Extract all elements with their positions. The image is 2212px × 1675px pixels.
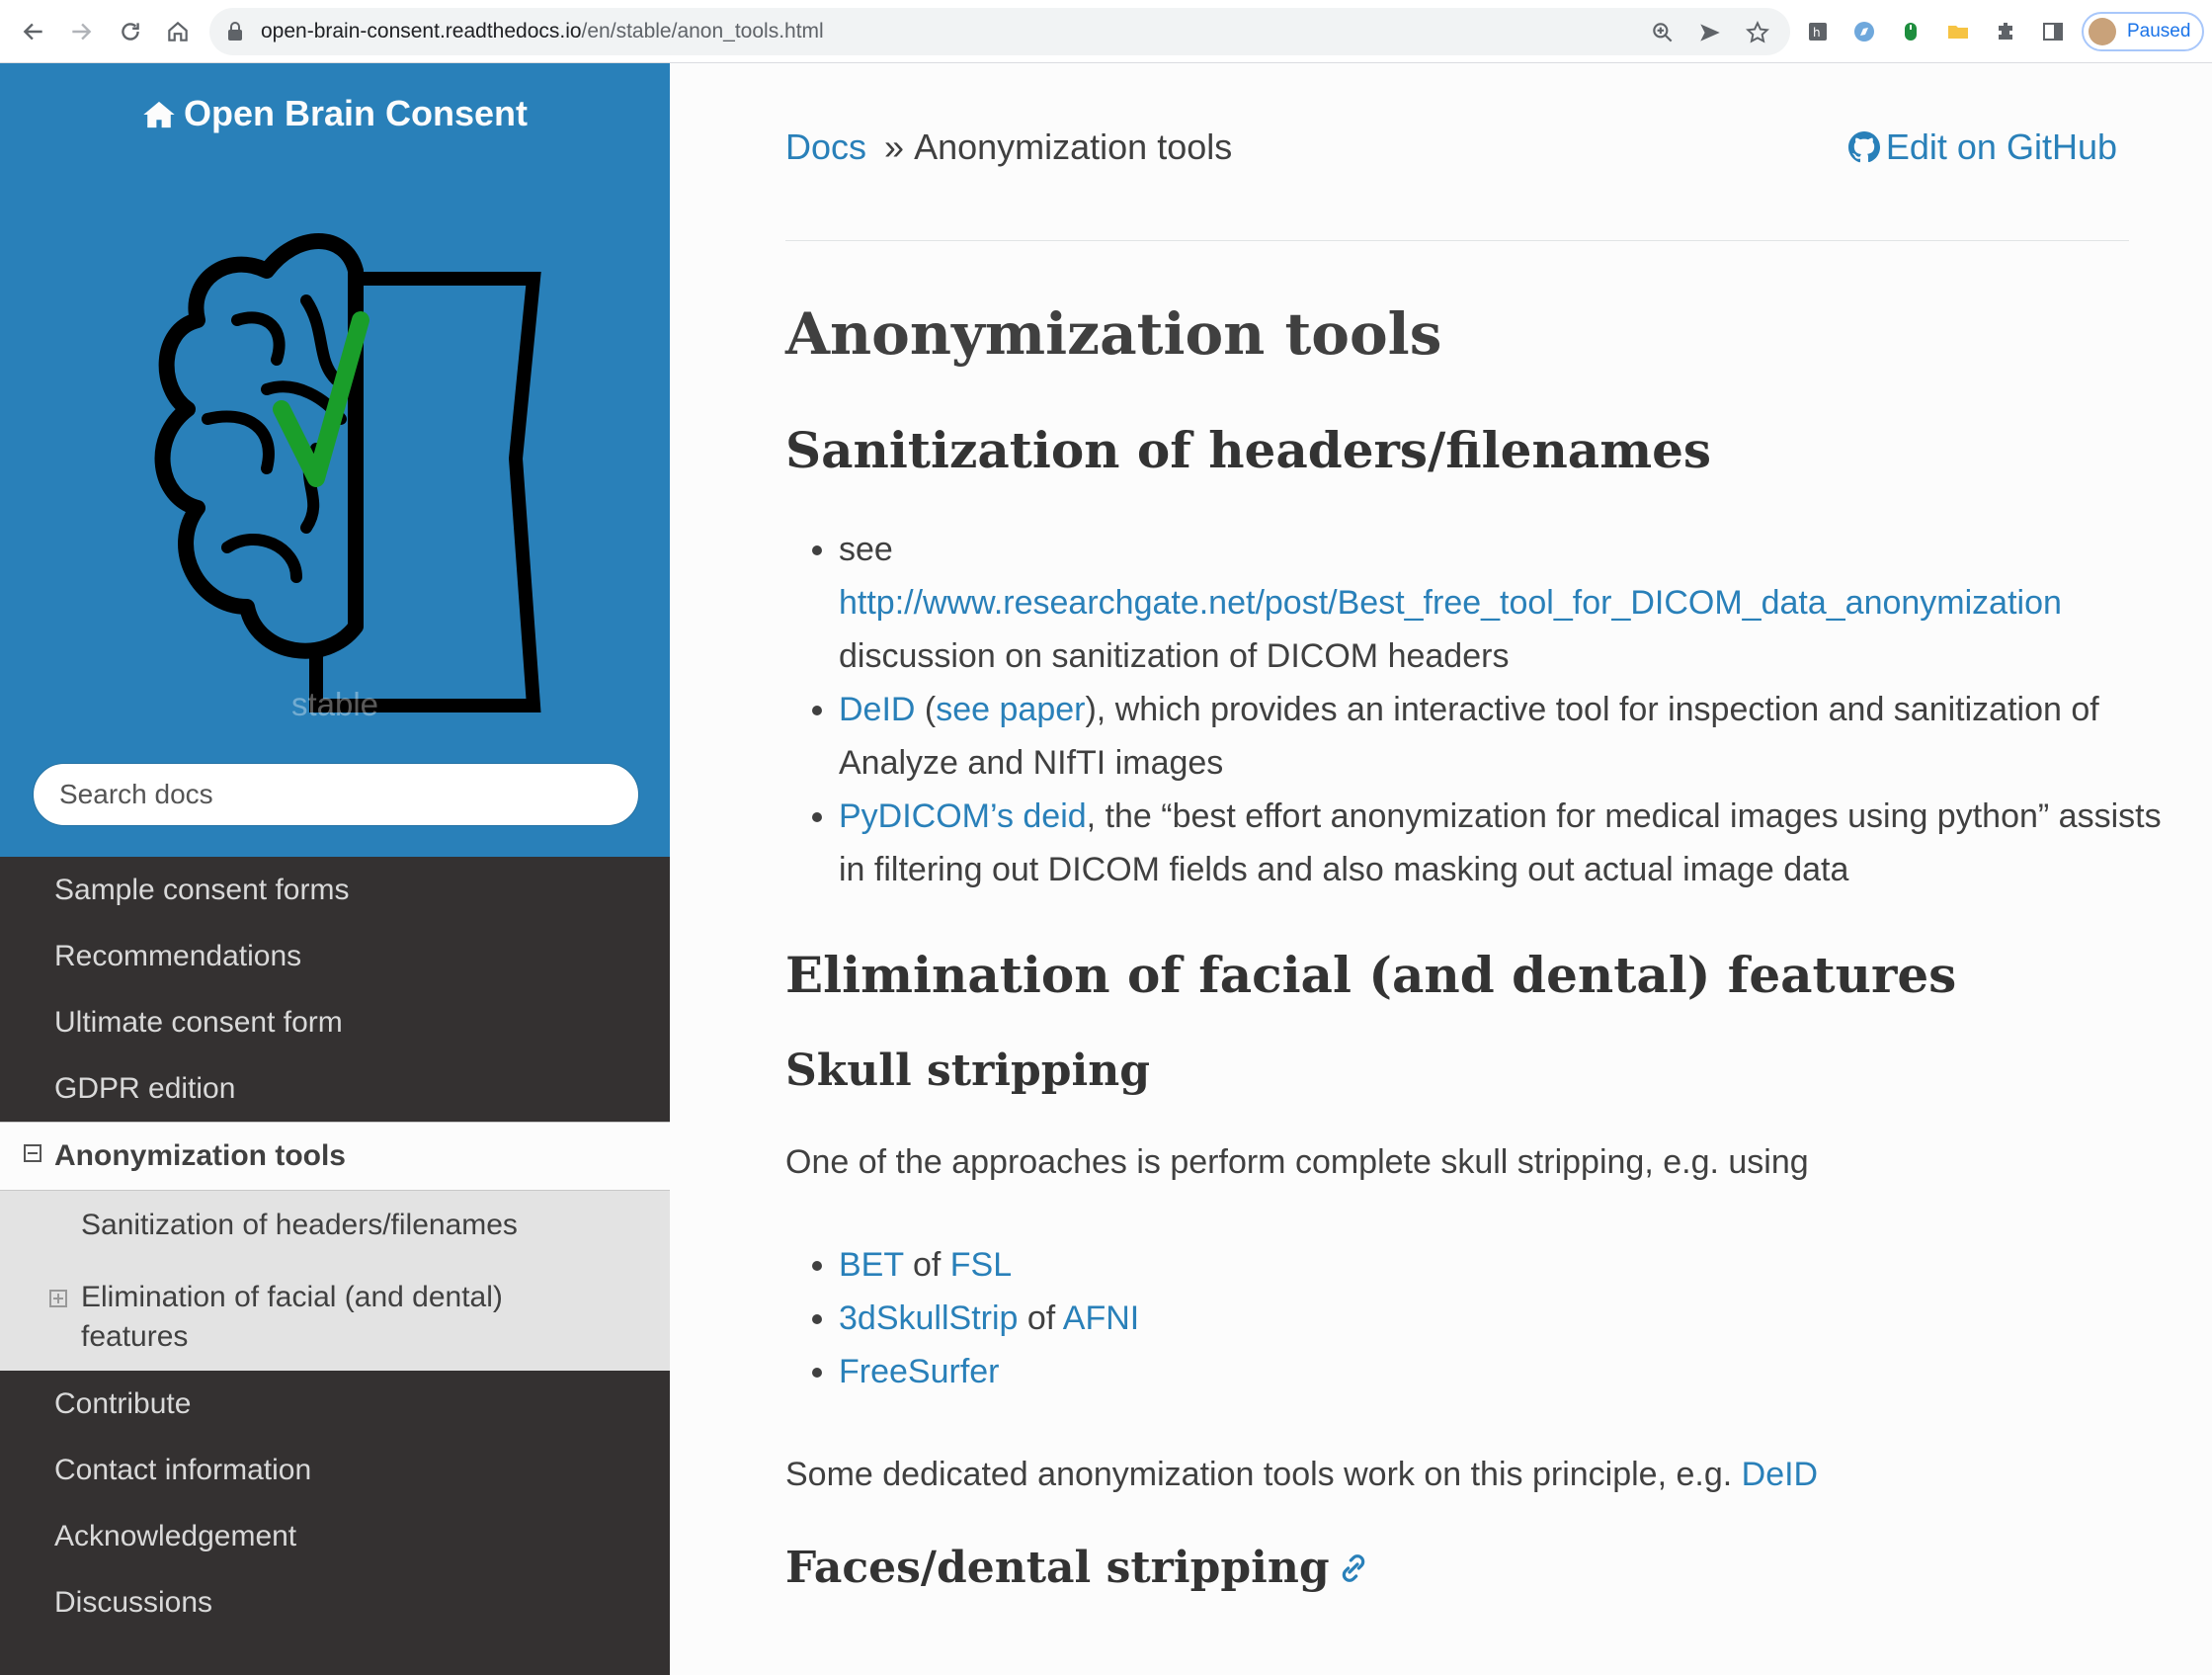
version-label: stable bbox=[290, 686, 379, 722]
home-button[interactable] bbox=[160, 14, 196, 49]
breadcrumb-current: Anonymization tools bbox=[914, 126, 1233, 167]
list-item: PyDICOM’s deid, the “best effort anonymi… bbox=[839, 790, 2169, 896]
home-icon bbox=[143, 101, 175, 128]
forward-button[interactable] bbox=[63, 14, 99, 49]
reload-button[interactable] bbox=[113, 14, 148, 49]
section-heading-sanitization: Sanitization of headers/filenames bbox=[785, 421, 1712, 479]
sidebar: Open Brain Consent stable Sample cons bbox=[0, 63, 670, 1675]
breadcrumb-docs-link[interactable]: Docs bbox=[785, 126, 866, 167]
paragraph: Some dedicated anonymization tools work … bbox=[785, 1448, 2169, 1501]
list-item: FreeSurfer bbox=[839, 1345, 2169, 1398]
profile-button[interactable]: Paused bbox=[2082, 12, 2204, 51]
see-paper-link[interactable]: see paper bbox=[936, 691, 1085, 728]
breadcrumb: Docs » Anonymization tools bbox=[785, 126, 1232, 168]
project-home-link[interactable]: Open Brain Consent bbox=[0, 93, 670, 134]
sidebar-item-contribute[interactable]: Contribute bbox=[0, 1371, 670, 1437]
github-icon bbox=[1847, 131, 1880, 163]
sidebar-item-contact-information[interactable]: Contact information bbox=[0, 1437, 670, 1503]
extension-h-icon[interactable]: h bbox=[1804, 18, 1832, 45]
nav-menu: Sample consent forms Recommendations Ult… bbox=[0, 857, 670, 1635]
3dskullstrip-link[interactable]: 3dSkullStrip bbox=[839, 1299, 1018, 1337]
edit-on-github-link[interactable]: Edit on GitHub bbox=[1847, 126, 2117, 168]
sidebar-item-gdpr-edition[interactable]: GDPR edition bbox=[0, 1055, 670, 1122]
list-text: of bbox=[1018, 1299, 1063, 1337]
main-content: Docs» Anonymization tools Edit on GitHub … bbox=[670, 63, 2212, 1675]
list-text: ( bbox=[915, 691, 937, 728]
breadcrumb-separator: » bbox=[884, 126, 905, 167]
afni-link[interactable]: AFNI bbox=[1063, 1299, 1139, 1337]
list-item: BET of FSL bbox=[839, 1238, 2169, 1292]
arrow-left-icon bbox=[23, 23, 42, 41]
edit-on-github-label: Edit on GitHub bbox=[1885, 126, 2117, 167]
reload-icon bbox=[122, 23, 139, 41]
address-bar[interactable]: open-brain-consent.readthedocs.io/en/sta… bbox=[209, 8, 1790, 55]
sanitization-list: see http://www.researchgate.net/post/Bes… bbox=[785, 523, 2169, 896]
list-text: see bbox=[839, 531, 893, 568]
svg-text:h: h bbox=[1813, 26, 1821, 40]
profile-status-label: Paused bbox=[2127, 21, 2191, 42]
sidebar-item-label: Anonymization tools bbox=[54, 1139, 346, 1172]
freesurfer-link[interactable]: FreeSurfer bbox=[839, 1353, 1000, 1390]
arrow-right-icon bbox=[72, 23, 92, 41]
extensions-puzzle-icon[interactable] bbox=[1992, 18, 2019, 45]
skull-stripping-list: BET of FSL 3dSkullStrip of AFNI FreeSurf… bbox=[785, 1238, 2169, 1398]
expand-toggle-icon[interactable] bbox=[49, 1290, 67, 1307]
document-body: Anonymization tools Sanitization of head… bbox=[785, 300, 2169, 1593]
heading-text: Faces/dental stripping bbox=[785, 1543, 1330, 1593]
paragraph: One of the approaches is perform complet… bbox=[785, 1143, 1809, 1181]
extension-mouse-icon[interactable] bbox=[1897, 18, 1925, 45]
page-title: Anonymization tools bbox=[785, 300, 1442, 368]
home-icon bbox=[168, 21, 188, 42]
sidebar-submenu: Sanitization of headers/filenames Elimin… bbox=[0, 1191, 670, 1371]
subsection-heading-skull-stripping: Skull stripping bbox=[785, 1046, 1150, 1096]
section-heading-elimination: Elimination of facial (and dental) featu… bbox=[785, 946, 1957, 1004]
list-item: see http://www.researchgate.net/post/Bes… bbox=[839, 523, 2169, 683]
sidebar-item-recommendations[interactable]: Recommendations bbox=[0, 923, 670, 989]
fsl-link[interactable]: FSL bbox=[950, 1246, 1012, 1284]
avatar bbox=[2089, 18, 2116, 45]
sidebar-subitem-elimination[interactable]: Elimination of facial (and dental) featu… bbox=[0, 1260, 670, 1371]
deid-link-2[interactable]: DeID bbox=[1742, 1456, 1818, 1493]
pydicom-deid-link[interactable]: PyDICOM’s deid bbox=[839, 797, 1087, 835]
send-icon[interactable] bbox=[1697, 20, 1723, 45]
permalink-icon[interactable] bbox=[1338, 1552, 1369, 1584]
brain-consent-logo bbox=[154, 233, 541, 712]
search-input[interactable] bbox=[33, 763, 639, 826]
zoom-icon[interactable] bbox=[1650, 20, 1676, 45]
back-button[interactable] bbox=[16, 14, 51, 49]
sidebar-item-ultimate-consent-form[interactable]: Ultimate consent form bbox=[0, 989, 670, 1055]
sidebar-header: Open Brain Consent stable bbox=[0, 63, 670, 857]
collapse-toggle-icon[interactable] bbox=[24, 1144, 41, 1162]
star-icon[interactable] bbox=[1745, 20, 1770, 45]
paragraph-text: Some dedicated anonymization tools work … bbox=[785, 1456, 1742, 1493]
sidebar-item-sample-consent-forms[interactable]: Sample consent forms bbox=[0, 857, 670, 923]
extension-compass-icon[interactable] bbox=[1850, 18, 1878, 45]
sidebar-subitem-sanitization[interactable]: Sanitization of headers/filenames bbox=[0, 1191, 670, 1260]
side-panel-icon[interactable] bbox=[2039, 18, 2067, 45]
extension-folder-icon[interactable] bbox=[1944, 18, 1972, 45]
divider bbox=[785, 240, 2129, 241]
subsection-heading-faces-dental: Faces/dental stripping bbox=[785, 1543, 2169, 1593]
list-text: of bbox=[903, 1246, 950, 1284]
lock-icon bbox=[228, 22, 242, 41]
list-item: DeID (see paper), which provides an inte… bbox=[839, 683, 2169, 790]
deid-link[interactable]: DeID bbox=[839, 691, 915, 728]
list-item: 3dSkullStrip of AFNI bbox=[839, 1292, 2169, 1345]
browser-toolbar: open-brain-consent.readthedocs.io/en/sta… bbox=[0, 0, 2212, 63]
bet-link[interactable]: BET bbox=[839, 1246, 904, 1284]
sidebar-item-anonymization-tools[interactable]: Anonymization tools bbox=[0, 1122, 670, 1191]
sidebar-subitem-label: Elimination of facial (and dental) featu… bbox=[81, 1281, 503, 1353]
project-title: Open Brain Consent bbox=[183, 93, 529, 133]
researchgate-link[interactable]: http://www.researchgate.net/post/Best_fr… bbox=[839, 584, 2062, 622]
url-text: open-brain-consent.readthedocs.io/en/sta… bbox=[261, 20, 824, 42]
sidebar-item-discussions[interactable]: Discussions bbox=[0, 1569, 670, 1635]
sidebar-item-acknowledgement[interactable]: Acknowledgement bbox=[0, 1503, 670, 1569]
list-text: discussion on sanitization of DICOM head… bbox=[839, 637, 1510, 675]
